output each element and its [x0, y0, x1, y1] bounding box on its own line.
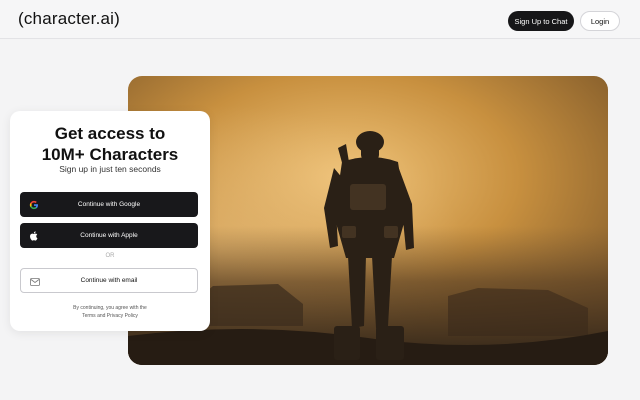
character-ai-logo[interactable]: (character.ai)	[18, 9, 120, 29]
continue-with-email-button[interactable]: Continue with email	[20, 268, 198, 293]
apple-icon	[28, 230, 39, 241]
top-navigation-bar: (character.ai) Sign Up to Chat Login	[0, 0, 640, 39]
mail-icon	[29, 276, 40, 287]
signup-subtitle: Sign up in just ten seconds	[59, 164, 161, 174]
terms-text: By continuing, you agree with the	[73, 305, 147, 311]
signup-title: Get access to 10M+ Characters	[10, 123, 210, 165]
continue-with-google-button[interactable]: Continue with Google	[20, 192, 198, 217]
signup-title-line2: 10M+ Characters	[41, 145, 179, 164]
signup-title-line1: Get access to	[54, 124, 166, 143]
or-divider: OR	[105, 253, 115, 259]
apple-button-label: Continue with Apple	[80, 232, 138, 239]
sign-up-to-chat-button[interactable]: Sign Up to Chat	[508, 11, 574, 31]
google-button-label: Continue with Google	[77, 201, 141, 208]
signup-card: Get access to 10M+ Characters Sign up in…	[10, 111, 210, 331]
login-button[interactable]: Login	[580, 11, 620, 31]
continue-with-apple-button[interactable]: Continue with Apple	[20, 223, 198, 248]
terms-notice: By continuing, you agree with the Terms …	[10, 304, 210, 320]
google-icon	[28, 199, 39, 210]
email-button-label: Continue with email	[80, 277, 138, 284]
terms-privacy-link[interactable]: Terms and Privacy Policy	[10, 312, 210, 320]
